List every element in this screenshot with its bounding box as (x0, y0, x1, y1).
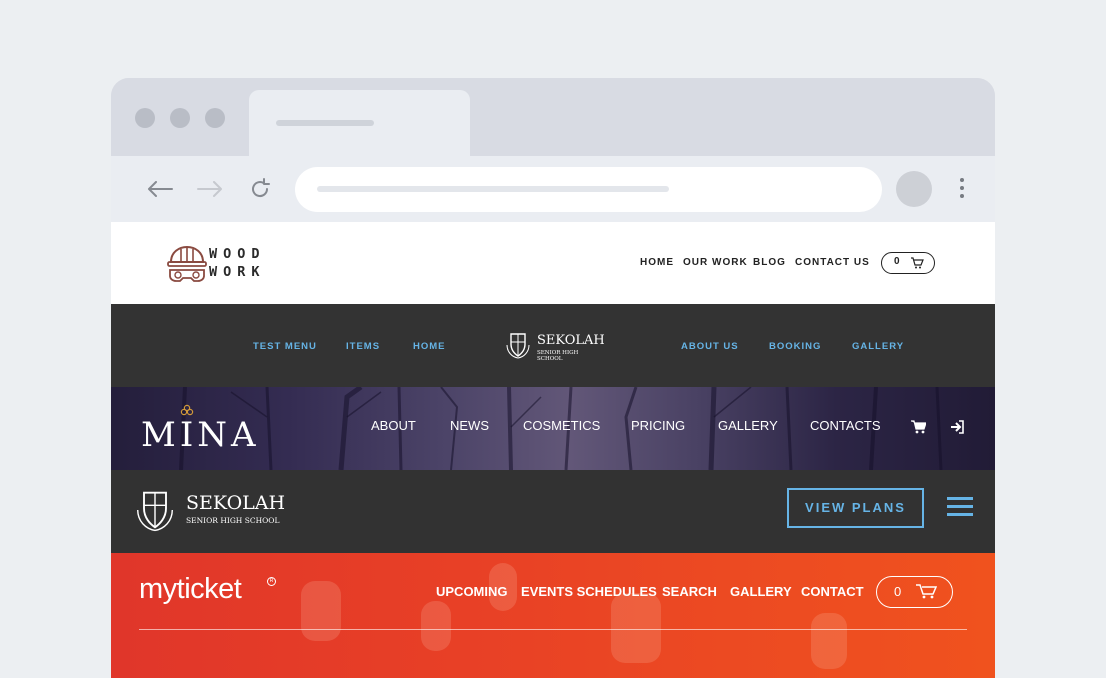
nav-search[interactable]: SEARCH (662, 584, 717, 599)
cart-button[interactable]: 0 (881, 252, 935, 274)
nav-blog[interactable]: BLOG (753, 257, 786, 268)
hardhat-goggles-logo (167, 245, 207, 282)
nav-our-work[interactable]: OUR WORK (683, 257, 748, 268)
browser-window: WOOD WORK HOME OUR WORK BLOG CONTACT US … (111, 78, 995, 678)
tab-title-placeholder (276, 120, 374, 126)
hamburger-icon[interactable] (947, 497, 973, 521)
more-menu-icon[interactable] (959, 178, 965, 202)
nav-contacts[interactable]: CONTACTS (810, 418, 881, 433)
window-maximize-dot[interactable] (205, 108, 225, 128)
sekolah-name: SEKOLAH (537, 333, 605, 348)
nav-cosmetics[interactable]: COSMETICS (523, 418, 600, 433)
sekolah-tagline: SENIOR HIGH SCHOOL (537, 350, 579, 362)
tab-bar (111, 78, 995, 156)
nav-events-schedules[interactable]: EVENTS SCHEDULES (521, 584, 657, 599)
woodwork-wordmark: WOOD WORK (209, 245, 266, 281)
page-content: WOOD WORK HOME OUR WORK BLOG CONTACT US … (111, 222, 995, 678)
view-plans-button[interactable]: VIEW PLANS (787, 488, 924, 528)
nav-contact[interactable]: CONTACT (801, 584, 864, 599)
nav-pricing[interactable]: PRICING (631, 418, 685, 433)
nav-upcoming[interactable]: UPCOMING (436, 584, 508, 599)
profile-avatar[interactable] (896, 171, 932, 207)
sekolah-logo[interactable]: SEKOLAH SENIOR HIGH SCHOOL (133, 488, 293, 532)
logo-text-line1: WOOD (209, 246, 266, 262)
nav-home[interactable]: HOME (413, 341, 446, 352)
woodwork-header: WOOD WORK HOME OUR WORK BLOG CONTACT US … (111, 222, 995, 304)
nav-gallery[interactable]: GALLERY (718, 418, 778, 433)
nav-test-menu[interactable]: TEST MENU (253, 341, 317, 352)
nav-about-us[interactable]: ABOUT US (681, 341, 739, 352)
crest-icon (506, 333, 530, 359)
nav-news[interactable]: NEWS (450, 418, 489, 433)
window-minimize-dot[interactable] (170, 108, 190, 128)
cart-icon (911, 257, 924, 269)
sekolah-tagline: SENIOR HIGH SCHOOL (186, 516, 280, 525)
nav-about[interactable]: ABOUT (371, 418, 416, 433)
back-arrow-icon[interactable] (145, 174, 175, 204)
nav-home[interactable]: HOME (640, 257, 674, 268)
address-bar[interactable] (295, 167, 882, 212)
crest-icon (137, 491, 173, 532)
sekolah-plans-header: SEKOLAH SENIOR HIGH SCHOOL VIEW PLANS (111, 470, 995, 553)
bokeh-decoration (611, 593, 661, 663)
cart-icon[interactable] (911, 420, 926, 434)
reload-icon[interactable] (245, 174, 275, 204)
sekolah-nav-bar: TEST MENU ITEMS HOME SEKOLAH SENIOR HIGH… (111, 304, 995, 387)
sekolah-logo[interactable]: SEKOLAH SENIOR HIGH SCHOOL (504, 331, 605, 362)
myticket-logo[interactable]: myticket (139, 573, 242, 606)
nav-gallery[interactable]: GALLERY (852, 341, 904, 352)
cart-count: 0 (894, 256, 900, 267)
mina-header: MINA ABOUT NEWS COSMETICS PRICING GALLER… (111, 387, 995, 470)
forward-arrow-icon[interactable] (195, 174, 225, 204)
nav-gallery[interactable]: GALLERY (730, 584, 792, 599)
browser-toolbar (111, 156, 995, 222)
header-divider (139, 629, 967, 630)
login-icon[interactable] (950, 420, 965, 434)
bokeh-decoration (811, 613, 847, 669)
cart-count: 0 (894, 584, 902, 599)
nav-contact-us[interactable]: CONTACT US (795, 257, 870, 268)
registered-mark: R (267, 577, 276, 586)
myticket-header: myticket R UPCOMING EVENTS SCHEDULES SEA… (111, 553, 995, 678)
cart-icon (916, 584, 937, 599)
mina-logo[interactable]: MINA (141, 415, 260, 455)
cart-button[interactable]: 0 (876, 576, 953, 608)
bokeh-decoration (421, 601, 451, 651)
browser-tab[interactable] (249, 90, 470, 156)
nav-items[interactable]: ITEMS (346, 341, 380, 352)
sekolah-name: SEKOLAH (186, 492, 286, 514)
window-close-dot[interactable] (135, 108, 155, 128)
logo-text-line2: WORK (209, 264, 266, 280)
nav-booking[interactable]: BOOKING (769, 341, 821, 352)
woodwork-logo[interactable]: WOOD WORK (167, 242, 267, 286)
address-placeholder (317, 186, 669, 192)
bokeh-decoration (301, 581, 341, 641)
